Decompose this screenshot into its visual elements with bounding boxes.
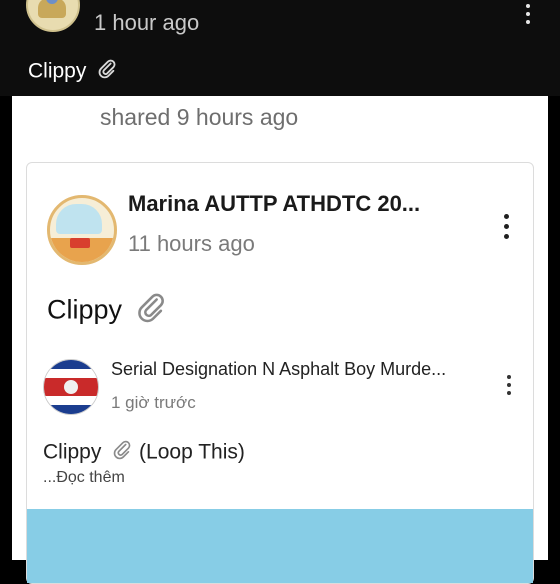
avatar[interactable] (43, 359, 99, 415)
card-post-text: Clippy (47, 291, 168, 332)
read-more-link[interactable]: ...Đọc thêm (43, 469, 125, 487)
more-options-icon[interactable] (507, 371, 511, 399)
inner-timestamp: 1 giờ trước (111, 393, 196, 412)
paperclip-icon (111, 439, 133, 467)
shared-label: shared 9 hours ago (100, 104, 299, 130)
avatar-background (56, 204, 102, 234)
shared-post-container: shared 9 hours ago Marina AUTTP ATHDTC 2… (12, 96, 548, 584)
shared-post-card[interactable]: Marina AUTTP ATHDTC 20... 11 hours ago C… (26, 162, 534, 584)
inner-post-text: Clippy (Loop This) (43, 439, 245, 467)
avatar[interactable] (47, 195, 117, 265)
post-text-label: Clippy (28, 59, 87, 83)
more-options-icon[interactable] (526, 0, 530, 28)
media-preview[interactable] (27, 509, 533, 583)
inner-author-name[interactable]: Serial Designation N Asphalt Boy Murde..… (111, 359, 446, 380)
post-text: Clippy (28, 58, 118, 86)
flag-emblem (64, 380, 78, 394)
inner-text-label: Clippy (43, 440, 102, 464)
card-text-label: Clippy (47, 294, 123, 325)
card-author-name[interactable]: Marina AUTTP ATHDTC 20... (128, 191, 420, 217)
top-post-header: 1 hour ago Clippy (0, 0, 560, 96)
post-timestamp: 1 hour ago (94, 10, 200, 35)
paperclip-icon (96, 58, 118, 86)
card-timestamp: 11 hours ago (128, 231, 255, 256)
avatar-badge (70, 238, 90, 248)
inner-text-suffix: (Loop This) (139, 440, 245, 464)
more-options-icon[interactable] (504, 209, 509, 244)
paperclip-icon (134, 291, 168, 332)
avatar[interactable] (26, 0, 80, 32)
